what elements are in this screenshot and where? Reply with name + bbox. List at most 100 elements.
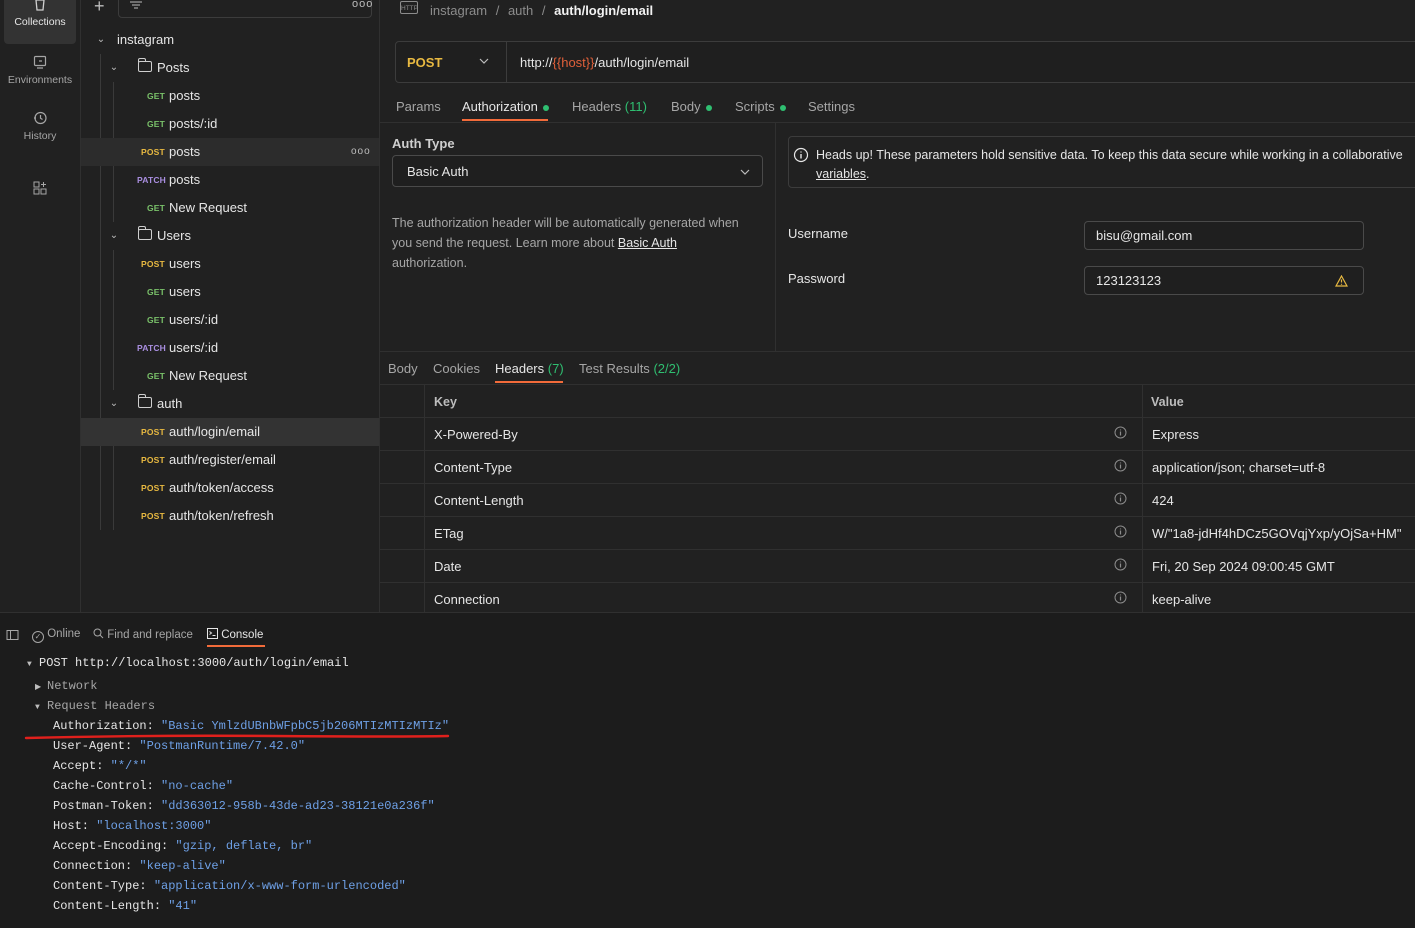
console-request-line[interactable]: ▼ POST http://localhost:3000/auth/login/e… [27, 656, 349, 670]
tab-authorization[interactable]: Authorization [462, 99, 549, 114]
info-icon[interactable] [1114, 525, 1127, 538]
info-icon[interactable] [1114, 492, 1127, 505]
console-tab-indicator [207, 645, 265, 647]
method-badge: POST [141, 511, 165, 521]
method-badge: GET [147, 119, 166, 129]
breadcrumb-separator: / [541, 3, 546, 18]
console-header-line: User-Agent: "PostmanRuntime/7.42.0" [53, 739, 305, 753]
request-name: posts/:id [169, 116, 218, 131]
tab-settings[interactable]: Settings [808, 99, 855, 114]
sidebar-search-input[interactable] [118, 0, 372, 18]
password-label: Password [788, 271, 846, 286]
tab-count: (2/2) [653, 361, 681, 376]
info-icon[interactable] [1114, 591, 1127, 604]
tab-label: Scripts [735, 99, 775, 114]
http-request-icon: HTTP [400, 1, 418, 14]
tab-params[interactable]: Params [396, 99, 441, 114]
annotation-underline [24, 734, 450, 740]
folder-posts[interactable]: ⌄ Posts [81, 54, 379, 82]
request-item[interactable]: GET users/:id [81, 306, 379, 334]
status-dot [779, 104, 786, 111]
headers-table-header: Key Value [380, 384, 1415, 418]
tab-headers[interactable]: Headers (11) [572, 99, 647, 114]
folder-auth[interactable]: ⌄ auth [81, 390, 379, 418]
method-select[interactable]: POST [396, 42, 507, 82]
console-header-line: Postman-Token: "dd363012-958b-43de-ad23-… [53, 799, 435, 813]
response-tab-body[interactable]: Body [388, 361, 418, 376]
folder-icon [138, 226, 152, 240]
chevron-down-icon [740, 169, 750, 175]
tab-label: Test Results [579, 361, 650, 376]
sidebar-more-icon[interactable]: ooo [352, 0, 373, 10]
breadcrumb-current[interactable]: auth/login/email [554, 3, 653, 18]
response-tab-cookies[interactable]: Cookies [433, 361, 480, 376]
console-network-toggle[interactable]: ▶ Network [35, 679, 97, 693]
password-input[interactable]: 123123123 [1084, 266, 1364, 295]
request-name: posts [169, 88, 201, 103]
request-item[interactable]: POST posts ooo [81, 138, 379, 166]
request-item[interactable]: PATCH posts [81, 166, 379, 194]
method-badge: POST [141, 259, 165, 269]
filter-icon [130, 1, 142, 9]
sensitive-data-notice: Heads up! These parameters hold sensitiv… [788, 136, 1415, 188]
header-key: Content-Length [434, 493, 524, 508]
console-tab[interactable]: Console [207, 628, 263, 641]
username-input[interactable]: bisu@gmail.com [1084, 221, 1364, 250]
console-header-value: "no-cache" [161, 779, 234, 793]
header-key: Date [434, 559, 462, 574]
response-tab-headers[interactable]: Headers (7) [495, 361, 564, 376]
variables-link[interactable]: variables [816, 167, 866, 181]
info-icon[interactable] [1114, 459, 1127, 472]
rail-configure[interactable] [4, 176, 76, 226]
console-header-line: Accept-Encoding: "gzip, deflate, br" [53, 839, 312, 853]
rail-history[interactable]: History [4, 106, 76, 156]
console-header-value: "application/x-www-form-urlencoded" [153, 879, 406, 893]
request-item[interactable]: GET posts/:id [81, 110, 379, 138]
request-item[interactable]: GET New Request [81, 362, 379, 390]
auth-description: The authorization header will be automat… [392, 213, 767, 273]
collection-instagram[interactable]: ⌄ instagram [81, 26, 379, 54]
console-header-key: Connection: [53, 859, 133, 873]
console-header-line: Cache-Control: "no-cache" [53, 779, 233, 793]
tab-body[interactable]: Body [671, 99, 712, 114]
breadcrumb-item[interactable]: auth [508, 3, 533, 18]
online-status[interactable]: ✓ Online [32, 628, 80, 643]
url-path: /auth/login/email [594, 55, 690, 70]
request-item[interactable]: PATCH users/:id [81, 334, 379, 362]
console-header-value: "PostmanRuntime/7.42.0" [139, 739, 306, 753]
rail-collections[interactable]: Collections [4, 0, 76, 44]
request-item[interactable]: GET users [81, 278, 379, 306]
request-item[interactable]: POST users [81, 250, 379, 278]
request-item[interactable]: POST auth/register/email [81, 446, 379, 474]
console-header-key: Cache-Control: [53, 779, 154, 793]
console-header-value: "keep-alive" [139, 859, 226, 873]
request-item[interactable]: GET New Request [81, 194, 379, 222]
tab-scripts[interactable]: Scripts [735, 99, 786, 114]
collections-icon [35, 0, 45, 11]
basic-auth-link[interactable]: Basic Auth [618, 236, 677, 250]
rail-label: Collections [14, 16, 66, 28]
header-value: application/json; charset=utf-8 [1152, 460, 1326, 475]
request-item[interactable]: GET posts [81, 82, 379, 110]
request-more-icon[interactable]: ooo [351, 138, 371, 166]
folder-users[interactable]: ⌄ Users [81, 222, 379, 250]
tab-label: Body [388, 361, 418, 376]
url-input[interactable]: http://{{host}}/auth/login/email [520, 55, 689, 70]
sidebar-toggle-icon[interactable] [6, 629, 19, 641]
console-request-headers-toggle[interactable]: ▼ Request Headers [35, 699, 155, 713]
new-collection-icon[interactable]: + [94, 0, 105, 17]
auth-type-label: Auth Type [392, 136, 455, 151]
response-tab-test-results[interactable]: Test Results (2/2) [579, 361, 680, 376]
auth-type-value: Basic Auth [407, 164, 469, 179]
request-item[interactable]: POST auth/token/access [81, 474, 379, 502]
find-replace-button[interactable]: Find and replace [93, 628, 193, 641]
breadcrumb-item[interactable]: instagram [430, 3, 487, 18]
info-icon[interactable] [1114, 558, 1127, 571]
info-icon[interactable] [1114, 426, 1127, 439]
request-item[interactable]: POST auth/login/email [81, 418, 379, 446]
table-row: Content-Type application/json; charset=u… [380, 450, 1415, 484]
request-item[interactable]: POST auth/token/refresh [81, 502, 379, 530]
console-header-line: Connection: "keep-alive" [53, 859, 226, 873]
rail-environments[interactable]: Environments [4, 50, 76, 100]
auth-type-select[interactable]: Basic Auth [392, 155, 763, 187]
